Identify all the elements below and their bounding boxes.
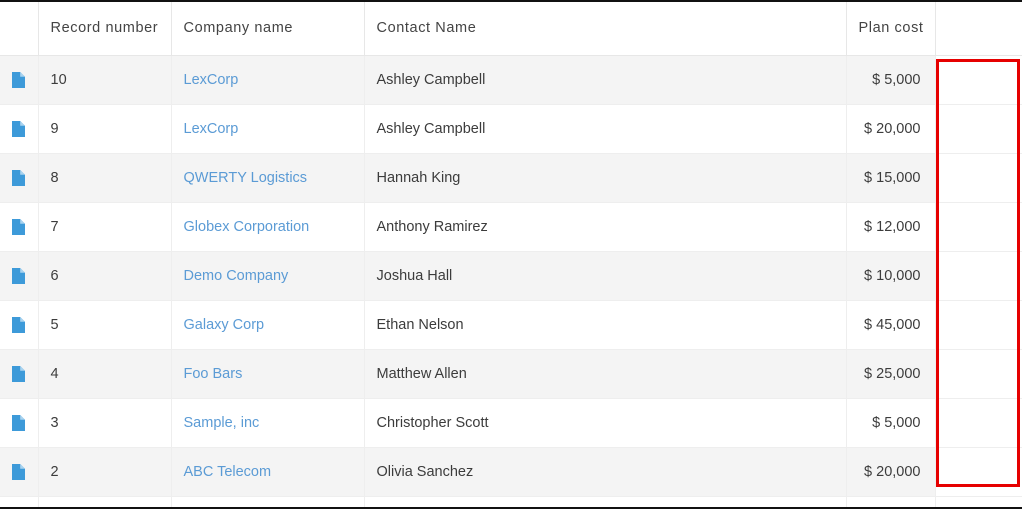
cell-contact-name: Joshua Hall — [364, 251, 847, 301]
cell-plan-cost: $ 45,000 — [846, 300, 936, 350]
column-header-plan-cost[interactable]: Plan cost — [846, 2, 936, 56]
column-header-contact-name[interactable]: Contact Name — [364, 2, 847, 56]
cell-company-name — [171, 496, 365, 507]
document-icon[interactable] — [12, 267, 26, 284]
row-document-icon-cell[interactable] — [0, 104, 39, 154]
records-table: Record number Company name Contact Name … — [0, 2, 1022, 507]
row-document-icon-cell[interactable] — [0, 251, 39, 301]
document-icon[interactable] — [12, 414, 26, 431]
table-row[interactable]: 10 LexCorp Ashley Campbell $ 5,000 — [0, 55, 1022, 105]
cell-record-number: 2 — [38, 447, 172, 497]
row-document-icon-cell[interactable] — [0, 496, 39, 507]
cell-contact-name: Ethan Nelson — [364, 300, 847, 350]
table-row[interactable]: 8 QWERTY Logistics Hannah King $ 15,000 — [0, 153, 1022, 203]
cell-contact-name: Hannah King — [364, 153, 847, 203]
company-name-link[interactable]: Demo Company — [184, 268, 289, 284]
table-row[interactable] — [0, 496, 1022, 507]
document-icon[interactable] — [12, 316, 26, 333]
company-name-link[interactable]: LexCorp — [184, 72, 239, 88]
row-document-icon-cell[interactable] — [0, 300, 39, 350]
cell-company-name: Foo Bars — [171, 349, 365, 399]
column-header-icon[interactable] — [0, 2, 39, 56]
cell-record-number: 5 — [38, 300, 172, 350]
cell-blank[interactable] — [935, 251, 1022, 301]
cell-blank[interactable] — [935, 300, 1022, 350]
table-header-row: Record number Company name Contact Name … — [0, 2, 1022, 56]
cell-company-name: Globex Corporation — [171, 202, 365, 252]
cell-blank[interactable] — [935, 447, 1022, 497]
cell-plan-cost: $ 5,000 — [846, 55, 936, 105]
row-document-icon-cell[interactable] — [0, 55, 39, 105]
cell-blank[interactable] — [935, 153, 1022, 203]
cell-blank[interactable] — [935, 202, 1022, 252]
cell-record-number: 4 — [38, 349, 172, 399]
row-document-icon-cell[interactable] — [0, 153, 39, 203]
row-document-icon-cell[interactable] — [0, 349, 39, 399]
company-name-link[interactable]: LexCorp — [184, 121, 239, 137]
document-icon[interactable] — [12, 71, 26, 88]
cell-company-name: Demo Company — [171, 251, 365, 301]
cell-company-name: ABC Telecom — [171, 447, 365, 497]
column-header-company-name[interactable]: Company name — [171, 2, 365, 56]
table-row[interactable]: 4 Foo Bars Matthew Allen $ 25,000 — [0, 349, 1022, 399]
cell-plan-cost: $ 20,000 — [846, 447, 936, 497]
cell-company-name: Sample, inc — [171, 398, 365, 448]
table-row[interactable]: 2 ABC Telecom Olivia Sanchez $ 20,000 — [0, 447, 1022, 497]
cell-contact-name: Anthony Ramirez — [364, 202, 847, 252]
column-header-blank[interactable] — [935, 2, 1022, 56]
cell-blank[interactable] — [935, 349, 1022, 399]
cell-blank[interactable] — [935, 496, 1022, 507]
cell-record-number: 8 — [38, 153, 172, 203]
column-header-record-number[interactable]: Record number — [38, 2, 172, 56]
document-icon[interactable] — [12, 120, 26, 137]
company-name-link[interactable]: Sample, inc — [184, 415, 260, 431]
document-icon[interactable] — [12, 169, 26, 186]
row-document-icon-cell[interactable] — [0, 447, 39, 497]
cell-contact-name: Olivia Sanchez — [364, 447, 847, 497]
table-header: Record number Company name Contact Name … — [0, 2, 1022, 56]
cell-contact-name — [364, 496, 847, 507]
cell-company-name: LexCorp — [171, 55, 365, 105]
cell-blank[interactable] — [935, 104, 1022, 154]
document-icon[interactable] — [12, 218, 26, 235]
cell-company-name: LexCorp — [171, 104, 365, 154]
cell-record-number — [38, 496, 172, 507]
cell-contact-name: Christopher Scott — [364, 398, 847, 448]
row-document-icon-cell[interactable] — [0, 398, 39, 448]
cell-record-number: 10 — [38, 55, 172, 105]
cell-plan-cost: $ 25,000 — [846, 349, 936, 399]
cell-plan-cost: $ 15,000 — [846, 153, 936, 203]
table-body: 10 LexCorp Ashley Campbell $ 5,000 9 LexCorp A… — [0, 55, 1022, 507]
cell-plan-cost — [846, 496, 936, 507]
cell-plan-cost: $ 20,000 — [846, 104, 936, 154]
document-icon[interactable] — [12, 365, 26, 382]
records-table-screen: Record number Company name Contact Name … — [0, 0, 1022, 509]
cell-plan-cost: $ 5,000 — [846, 398, 936, 448]
cell-record-number: 6 — [38, 251, 172, 301]
company-name-link[interactable]: Globex Corporation — [184, 219, 310, 235]
cell-record-number: 3 — [38, 398, 172, 448]
cell-plan-cost: $ 12,000 — [846, 202, 936, 252]
cell-record-number: 9 — [38, 104, 172, 154]
cell-contact-name: Ashley Campbell — [364, 104, 847, 154]
cell-company-name: QWERTY Logistics — [171, 153, 365, 203]
cell-blank[interactable] — [935, 55, 1022, 105]
company-name-link[interactable]: QWERTY Logistics — [184, 170, 308, 186]
company-name-link[interactable]: ABC Telecom — [184, 464, 272, 480]
table-row[interactable]: 9 LexCorp Ashley Campbell $ 20,000 — [0, 104, 1022, 154]
cell-contact-name: Matthew Allen — [364, 349, 847, 399]
document-icon[interactable] — [12, 463, 26, 480]
company-name-link[interactable]: Galaxy Corp — [184, 317, 265, 333]
cell-blank[interactable] — [935, 398, 1022, 448]
cell-contact-name: Ashley Campbell — [364, 55, 847, 105]
company-name-link[interactable]: Foo Bars — [184, 366, 243, 382]
table-row[interactable]: 6 Demo Company Joshua Hall $ 10,000 — [0, 251, 1022, 301]
cell-plan-cost: $ 10,000 — [846, 251, 936, 301]
table-row[interactable]: 5 Galaxy Corp Ethan Nelson $ 45,000 — [0, 300, 1022, 350]
cell-company-name: Galaxy Corp — [171, 300, 365, 350]
row-document-icon-cell[interactable] — [0, 202, 39, 252]
cell-record-number: 7 — [38, 202, 172, 252]
table-row[interactable]: 3 Sample, inc Christopher Scott $ 5,000 — [0, 398, 1022, 448]
table-row[interactable]: 7 Globex Corporation Anthony Ramirez $ 12,0… — [0, 202, 1022, 252]
